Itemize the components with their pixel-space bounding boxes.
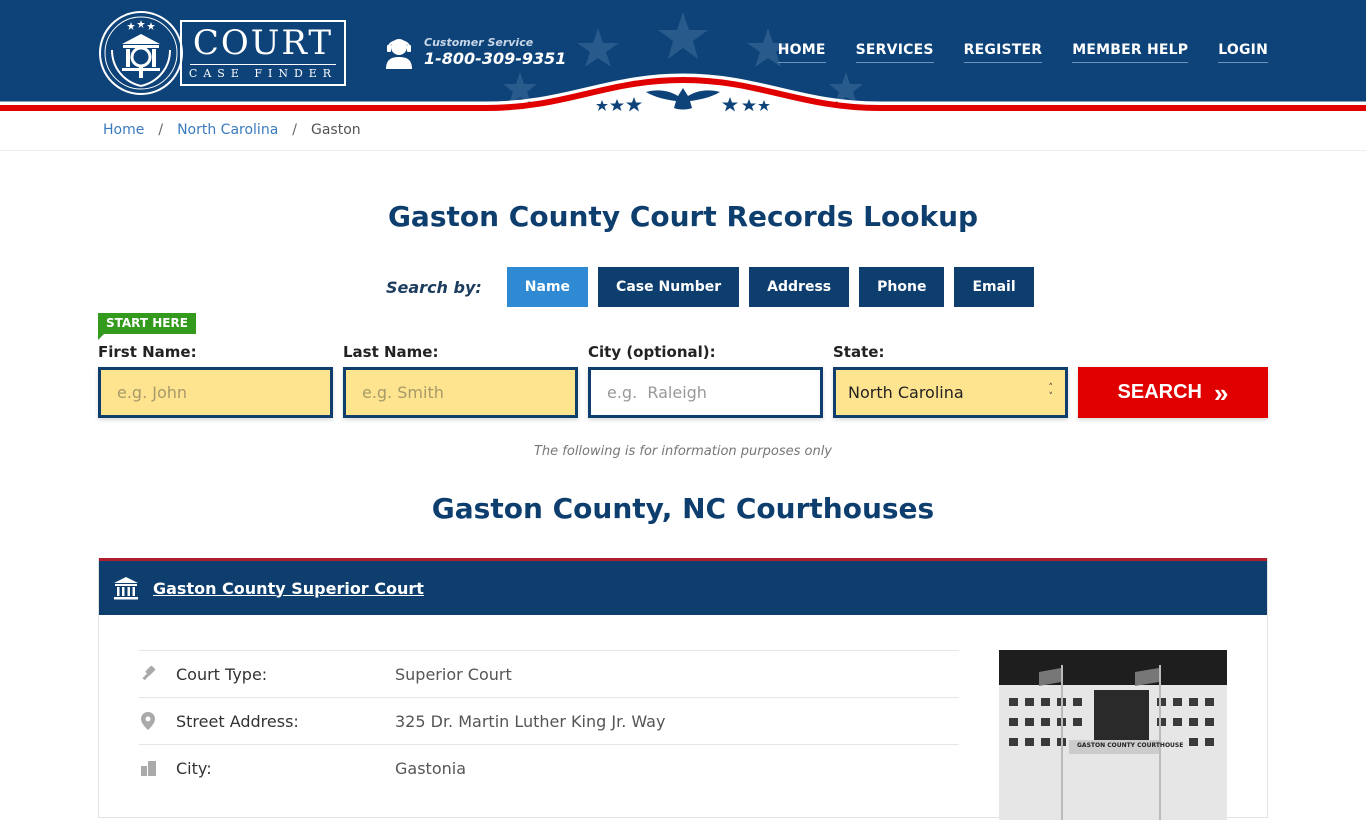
info-note: The following is for information purpose… bbox=[533, 444, 833, 459]
tab-name[interactable]: Name bbox=[506, 267, 589, 307]
tab-phone[interactable]: Phone bbox=[859, 267, 945, 307]
logo-divider bbox=[190, 64, 336, 65]
headset-icon bbox=[386, 39, 412, 69]
last-name-label: Last Name: bbox=[343, 343, 439, 361]
court-name-link[interactable]: Gaston County Superior Court bbox=[153, 579, 424, 598]
court-detail-row: Court Type: Superior Court bbox=[139, 650, 959, 697]
double-chevron-right-icon: » bbox=[1213, 377, 1229, 408]
breadcrumb-divider bbox=[0, 150, 1366, 151]
main-nav: HOME SERVICES REGISTER MEMBER HELP LOGIN bbox=[777, 42, 1268, 63]
court-type-value: Superior Court bbox=[395, 664, 512, 684]
city-label: City (optional): bbox=[588, 343, 716, 361]
last-name-group: Last Name: bbox=[343, 343, 578, 418]
gavel-icon bbox=[139, 665, 176, 683]
city-input[interactable] bbox=[588, 367, 823, 418]
section-title: Gaston County, NC Courthouses bbox=[431, 492, 935, 525]
customer-service[interactable]: Customer Service 1-800-309-9351 bbox=[384, 35, 566, 69]
search-by-label: Search by: bbox=[386, 277, 482, 297]
court-details: Court Type: Superior Court Street Addres… bbox=[139, 650, 959, 791]
courthouse-photo-caption: GASTON COUNTY COURTHOUSE bbox=[1077, 742, 1184, 749]
nav-login[interactable]: LOGIN bbox=[1218, 42, 1268, 63]
courthouse-icon bbox=[114, 577, 138, 600]
search-by-tabs: Search by: Name Case Number Address Phon… bbox=[386, 267, 1044, 307]
first-name-group: First Name: bbox=[98, 343, 333, 418]
state-select-value: North Carolina bbox=[848, 383, 964, 402]
city-group: City (optional): bbox=[588, 343, 823, 418]
court-card-header: Gaston County Superior Court bbox=[99, 558, 1267, 615]
customer-service-phone[interactable]: 1-800-309-9351 bbox=[424, 50, 566, 68]
last-name-input[interactable] bbox=[343, 367, 578, 418]
city-detail-value: Gastonia bbox=[395, 758, 466, 778]
site-logo[interactable]: COURT CASE FINDER bbox=[98, 10, 346, 96]
nav-member-help[interactable]: MEMBER HELP bbox=[1072, 42, 1189, 63]
breadcrumb: Home / North Carolina / Gaston bbox=[103, 122, 361, 138]
city-detail-label: City: bbox=[176, 758, 212, 778]
courthouse-logo-icon bbox=[99, 11, 183, 95]
court-detail-row: Street Address: 325 Dr. Martin Luther Ki… bbox=[139, 697, 959, 744]
first-name-label: First Name: bbox=[98, 343, 197, 361]
state-select[interactable]: North Carolina ˄ ˅ bbox=[833, 367, 1068, 418]
logo-title: COURT bbox=[192, 23, 334, 63]
breadcrumb-current: Gaston bbox=[311, 122, 361, 138]
city-icon bbox=[139, 760, 176, 776]
tab-case-number[interactable]: Case Number bbox=[598, 267, 740, 307]
logo-subtitle: CASE FINDER bbox=[188, 67, 338, 80]
tab-address[interactable]: Address bbox=[749, 267, 850, 307]
page-title: Gaston County Court Records Lookup bbox=[387, 200, 979, 233]
search-button-label: SEARCH bbox=[1117, 381, 1202, 403]
nav-register[interactable]: REGISTER bbox=[963, 42, 1043, 63]
breadcrumb-separator: / bbox=[158, 122, 164, 138]
tab-email[interactable]: Email bbox=[954, 267, 1034, 307]
breadcrumb-home[interactable]: Home bbox=[103, 122, 144, 138]
breadcrumb-separator: / bbox=[292, 122, 297, 138]
site-header: COURT CASE FINDER Customer Service 1-800… bbox=[0, 0, 1366, 114]
start-here-badge: START HERE bbox=[98, 313, 196, 340]
state-group: State: North Carolina ˄ ˅ bbox=[833, 343, 1068, 418]
street-address-label: Street Address: bbox=[176, 711, 299, 731]
map-pin-icon bbox=[139, 712, 176, 730]
first-name-input[interactable] bbox=[98, 367, 333, 418]
customer-service-label: Customer Service bbox=[424, 36, 534, 49]
court-card: Gaston County Superior Court Court Type:… bbox=[98, 558, 1268, 820]
court-type-label: Court Type: bbox=[176, 664, 268, 684]
courthouse-photo: GASTON COUNTY COURTHOUSE bbox=[999, 650, 1227, 820]
street-address-value: 325 Dr. Martin Luther King Jr. Way bbox=[395, 711, 666, 731]
logo-wordmark: COURT CASE FINDER bbox=[180, 20, 346, 86]
nav-services[interactable]: SERVICES bbox=[855, 42, 934, 63]
search-button[interactable]: SEARCH » bbox=[1078, 367, 1268, 418]
state-label: State: bbox=[833, 343, 885, 361]
breadcrumb-state[interactable]: North Carolina bbox=[177, 122, 278, 138]
nav-home[interactable]: HOME bbox=[777, 42, 826, 63]
select-arrows-icon: ˄ ˅ bbox=[1048, 382, 1054, 402]
